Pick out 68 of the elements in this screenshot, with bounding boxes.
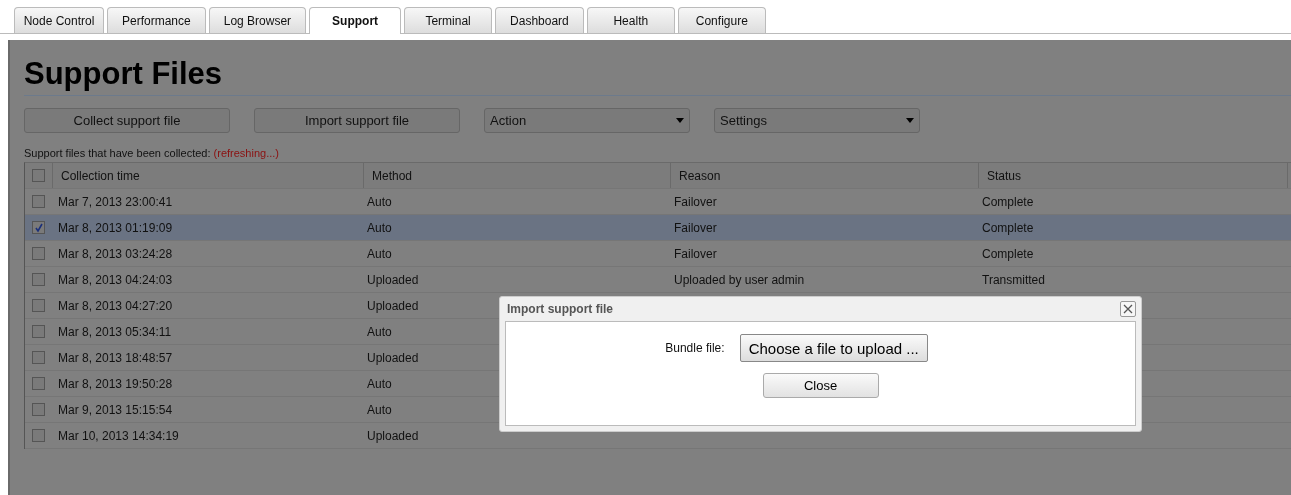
table-cell: Uploaded by user admin bbox=[674, 272, 805, 287]
table-cell: Complete bbox=[982, 194, 1034, 209]
row-checkbox[interactable] bbox=[32, 221, 45, 234]
table-cell: Mar 8, 2013 03:24:28 bbox=[58, 246, 173, 261]
table-cell: Failover bbox=[674, 220, 717, 235]
field-label: Bundle file: bbox=[665, 341, 725, 355]
table-cell: Transmitted bbox=[982, 272, 1045, 287]
table-cell: Mar 8, 2013 19:50:28 bbox=[58, 376, 173, 391]
table-cell: Mar 8, 2013 05:34:11 bbox=[58, 324, 172, 339]
file-upload-button[interactable]: Choose a file to upload ... bbox=[739, 334, 928, 362]
caret-icon bbox=[676, 118, 684, 123]
table-row[interactable]: Mar 8, 2013 03:24:28 Auto Failover Complete bbox=[25, 241, 1291, 267]
table-cell: Mar 9, 2013 15:15:54 bbox=[58, 402, 173, 417]
column-header[interactable]: Reason bbox=[671, 163, 979, 188]
dropdown[interactable]: Settings bbox=[714, 108, 920, 133]
table-row[interactable]: Mar 8, 2013 01:19:09 Auto Failover Complete bbox=[25, 215, 1291, 241]
table-cell: Mar 7, 2013 23:00:41 bbox=[58, 194, 173, 209]
table-cell: Mar 8, 2013 04:24:03 bbox=[58, 272, 173, 287]
row-checkbox[interactable] bbox=[32, 325, 45, 338]
tab[interactable]: Configure bbox=[677, 7, 766, 33]
tab[interactable]: Log Browser bbox=[208, 7, 307, 33]
table-cell: Auto bbox=[367, 324, 392, 339]
table-cell: Uploaded bbox=[367, 272, 419, 287]
row-checkbox[interactable] bbox=[32, 403, 45, 416]
select-all-checkbox[interactable] bbox=[32, 169, 45, 182]
caret-icon bbox=[906, 118, 914, 123]
table-cell: Failover bbox=[674, 194, 717, 209]
table-cell: Mar 10, 2013 14:34:19 bbox=[58, 428, 179, 443]
table-cell: Uploaded bbox=[367, 428, 419, 443]
table-cell: Mar 8, 2013 04:27:20 bbox=[58, 298, 173, 313]
close-icon[interactable] bbox=[1120, 301, 1136, 317]
dialog-title: Import support file bbox=[506, 302, 613, 316]
tab[interactable]: Performance bbox=[107, 7, 206, 33]
toolbar-button[interactable]: Import support file bbox=[254, 108, 460, 133]
table-cell: Mar 8, 2013 18:48:57 bbox=[58, 350, 173, 365]
toolbar-button[interactable]: Collect support file bbox=[24, 108, 230, 133]
table-cell: Auto bbox=[367, 402, 392, 417]
tab[interactable]: Dashboard bbox=[495, 7, 584, 33]
table-cell: Complete bbox=[982, 246, 1034, 261]
refresh-status: (refreshing...) bbox=[213, 147, 279, 159]
row-checkbox[interactable] bbox=[32, 195, 45, 208]
table-cell: Uploaded bbox=[367, 350, 419, 365]
tab[interactable]: Health bbox=[586, 7, 675, 33]
tab[interactable]: Terminal bbox=[404, 7, 493, 33]
row-checkbox[interactable] bbox=[32, 299, 45, 312]
table-cell: Auto bbox=[367, 194, 392, 209]
table-cell: Mar 8, 2013 01:19:09 bbox=[58, 220, 173, 235]
table-cell: Failover bbox=[674, 246, 717, 261]
row-checkbox[interactable] bbox=[32, 247, 45, 260]
page-title: Support Files bbox=[24, 40, 1291, 96]
tab[interactable]: Node Control bbox=[14, 7, 104, 33]
table-cell: Complete bbox=[982, 220, 1034, 235]
column-header[interactable]: Collection time bbox=[53, 163, 364, 188]
row-checkbox[interactable] bbox=[32, 273, 45, 286]
table-cell: Auto bbox=[367, 220, 392, 235]
close-button[interactable]: Close bbox=[762, 373, 879, 398]
column-header[interactable]: Method bbox=[364, 163, 671, 188]
column-header[interactable]: Status bbox=[979, 163, 1288, 188]
row-checkbox[interactable] bbox=[32, 429, 45, 442]
dropdown[interactable]: Action bbox=[484, 108, 690, 133]
tab[interactable]: Support bbox=[309, 7, 402, 34]
table-cell: Auto bbox=[367, 376, 392, 391]
caption: Support files that have been collected: bbox=[24, 147, 211, 159]
row-checkbox[interactable] bbox=[32, 351, 45, 364]
row-checkbox[interactable] bbox=[32, 377, 45, 390]
table-cell: Uploaded bbox=[367, 298, 419, 313]
table-cell: Auto bbox=[367, 246, 392, 261]
table-row[interactable]: Mar 8, 2013 04:24:03 Uploaded Uploaded by user admin Transmitted bbox=[25, 267, 1291, 293]
